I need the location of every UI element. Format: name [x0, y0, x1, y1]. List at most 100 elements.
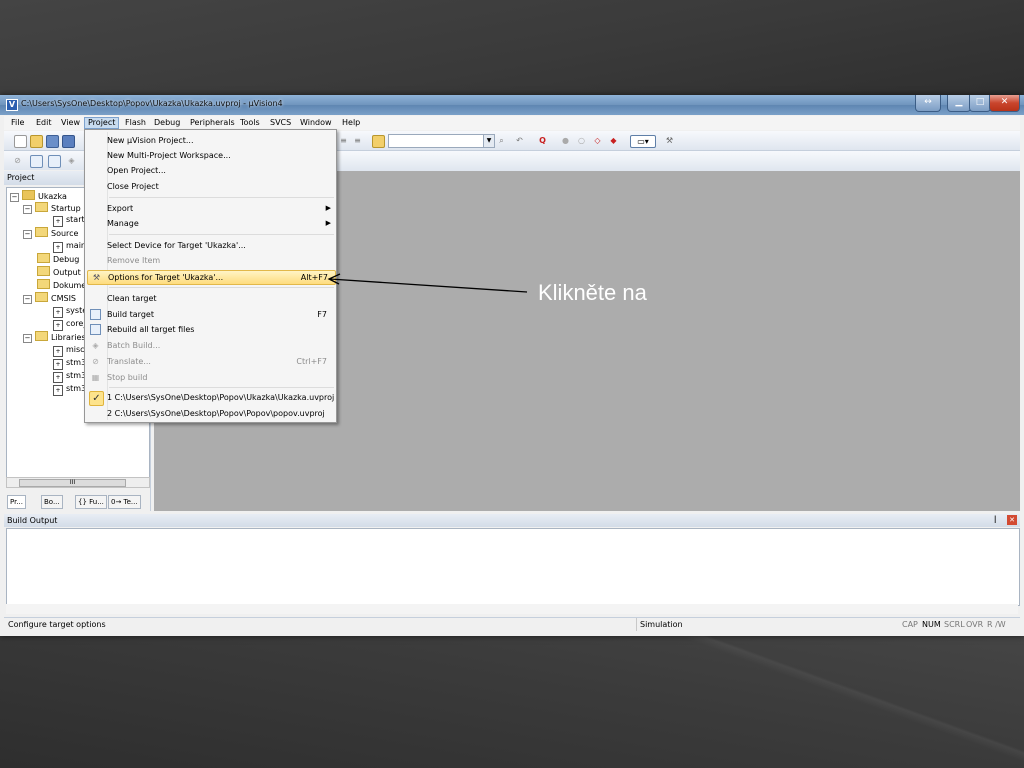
- menu-edit[interactable]: Edit: [33, 117, 55, 129]
- menu-clean-target[interactable]: Clean target: [87, 291, 334, 306]
- tab-project[interactable]: Pr...: [7, 495, 27, 509]
- new-file-icon[interactable]: [14, 135, 27, 148]
- maximize-button[interactable]: □: [969, 95, 991, 112]
- rebuild-icon[interactable]: [48, 155, 61, 168]
- menu-peripherals[interactable]: Peripherals: [187, 117, 238, 129]
- menu-window[interactable]: Window: [297, 117, 335, 129]
- menu-manage[interactable]: Manage ▶: [87, 216, 334, 231]
- find-in-files-icon[interactable]: [372, 135, 385, 148]
- pin-icon[interactable]: ꟾ: [994, 514, 996, 527]
- insert-breakpoint-icon[interactable]: ●: [560, 135, 571, 146]
- menu-file[interactable]: File: [8, 117, 27, 129]
- find-combo[interactable]: ▼: [388, 134, 495, 148]
- menu-close-project[interactable]: Close Project: [87, 179, 334, 194]
- tree-item[interactable]: − CMSIS: [23, 292, 76, 304]
- menu-new-multi-project[interactable]: New Multi-Project Workspace...: [87, 148, 334, 163]
- status-bar: Configure target options Simulation CAP …: [4, 617, 1020, 631]
- menu-svcs[interactable]: SVCS: [267, 117, 294, 129]
- open-folder-icon[interactable]: [30, 135, 43, 148]
- tree-item[interactable]: − Source: [23, 227, 78, 239]
- menu-tools[interactable]: Tools: [237, 117, 263, 129]
- menu-select-device[interactable]: Select Device for Target 'Ukazka'...: [87, 238, 334, 253]
- tree-horizontal-scrollbar[interactable]: III: [6, 477, 150, 488]
- menu-separator: [109, 234, 334, 235]
- tree-item[interactable]: + misc.: [53, 344, 87, 357]
- indent-icon[interactable]: ≡: [352, 135, 363, 146]
- scrollbar-thumb[interactable]: III: [19, 479, 126, 487]
- menu-remove-item[interactable]: Remove Item: [87, 253, 334, 268]
- tab-books[interactable]: Bo...: [41, 495, 63, 509]
- build-output-header: Build Output ꟾ ✕: [4, 514, 1020, 527]
- collapse-icon[interactable]: −: [23, 205, 32, 214]
- translate-icon[interactable]: ⊘: [12, 155, 23, 166]
- batch-build-icon[interactable]: ◈: [66, 155, 77, 166]
- collapse-icon[interactable]: −: [23, 334, 32, 343]
- save-icon[interactable]: [46, 135, 59, 148]
- tree-item[interactable]: + stm3: [53, 370, 86, 383]
- menu-separator: [109, 387, 334, 388]
- menu-flash[interactable]: Flash: [122, 117, 149, 129]
- source-file-icon: +: [53, 320, 63, 331]
- tree-item[interactable]: + syste: [53, 305, 87, 318]
- tree-item[interactable]: − Ukazka: [10, 190, 67, 202]
- incremental-find-icon[interactable]: ↶: [514, 135, 525, 146]
- uvision-app-icon[interactable]: V: [6, 99, 18, 111]
- minimize-button[interactable]: ▁: [947, 95, 971, 112]
- menu-batch-build[interactable]: ◈ Batch Build...: [87, 338, 334, 353]
- tree-item[interactable]: Output: [37, 266, 81, 278]
- menu-new-project[interactable]: New µVision Project...: [87, 133, 334, 148]
- tree-item[interactable]: Debug: [37, 253, 79, 265]
- menu-recent-project-2[interactable]: 2 C:\Users\SysOne\Desktop\Popov\Popov\po…: [87, 406, 334, 421]
- build-icon[interactable]: [30, 155, 43, 168]
- menu-open-project[interactable]: Open Project...: [87, 163, 334, 178]
- chevron-down-icon[interactable]: ▼: [483, 135, 494, 147]
- status-message: Configure target options: [8, 620, 106, 629]
- menu-debug[interactable]: Debug: [151, 117, 183, 129]
- configure-wrench-icon[interactable]: ⚒: [664, 135, 675, 146]
- tree-item-label: Source: [51, 229, 79, 238]
- build-output-text[interactable]: [6, 528, 1020, 606]
- options-wand-icon: ⚒: [92, 273, 101, 282]
- checkmark-icon: ✓: [89, 391, 104, 406]
- project-root-icon: [22, 190, 35, 200]
- menu-stop-build[interactable]: ▦ Stop build: [87, 370, 334, 385]
- menu-help[interactable]: Help: [339, 117, 363, 129]
- tree-item-label: Dokume: [53, 281, 87, 290]
- submenu-arrow-icon: ▶: [325, 219, 331, 227]
- source-file-icon: +: [53, 346, 63, 357]
- tree-item[interactable]: Dokume: [37, 279, 86, 291]
- enable-breakpoint-icon[interactable]: ○: [576, 135, 587, 146]
- collapse-icon[interactable]: −: [23, 295, 32, 304]
- find-icon[interactable]: ⌕: [496, 135, 507, 146]
- menu-project[interactable]: Project: [84, 117, 120, 129]
- tree-item[interactable]: + stm3: [53, 357, 86, 370]
- collapse-icon[interactable]: −: [23, 230, 32, 239]
- save-all-icon[interactable]: [62, 135, 75, 148]
- menu-translate[interactable]: ⊘ Translate... Ctrl+F7: [87, 354, 334, 369]
- tab-functions[interactable]: {} Fu...: [75, 495, 107, 509]
- restore-arrows-button[interactable]: ↔: [915, 95, 941, 112]
- close-icon[interactable]: ✕: [1007, 515, 1017, 525]
- menu-recent-project-1[interactable]: ✓ 1 C:\Users\SysOne\Desktop\Popov\Ukazka…: [87, 390, 334, 406]
- tree-item[interactable]: + stm3: [53, 383, 86, 396]
- outdent-icon[interactable]: ≡: [338, 135, 349, 146]
- tree-item[interactable]: − Libraries: [23, 331, 86, 343]
- window-select-icon[interactable]: ▭▾: [630, 135, 656, 148]
- start-debug-icon[interactable]: Q: [537, 135, 548, 146]
- menu-options-for-target[interactable]: ⚒ Options for Target 'Ukazka'... Alt+F7: [87, 270, 336, 285]
- menu-view[interactable]: View: [58, 117, 83, 129]
- collapse-icon[interactable]: −: [10, 193, 19, 202]
- tree-item[interactable]: − Startup: [23, 202, 81, 214]
- tree-item[interactable]: + core_: [53, 318, 87, 331]
- menu-rebuild-all[interactable]: Rebuild all target files: [87, 322, 334, 337]
- kill-breakpoints-icon[interactable]: ◆: [608, 135, 619, 146]
- tab-templates[interactable]: 0→ Te...: [108, 495, 141, 509]
- disable-breakpoints-icon[interactable]: ◇: [592, 135, 603, 146]
- output-horizontal-scrollbar[interactable]: [6, 604, 1018, 614]
- close-button[interactable]: ✕: [989, 95, 1020, 112]
- folder-icon: [37, 266, 50, 276]
- translate-icon: ⊘: [92, 357, 99, 366]
- tree-item[interactable]: + main: [53, 240, 86, 253]
- menu-build-target[interactable]: Build target F7: [87, 307, 334, 322]
- menu-export[interactable]: Export ▶: [87, 201, 334, 216]
